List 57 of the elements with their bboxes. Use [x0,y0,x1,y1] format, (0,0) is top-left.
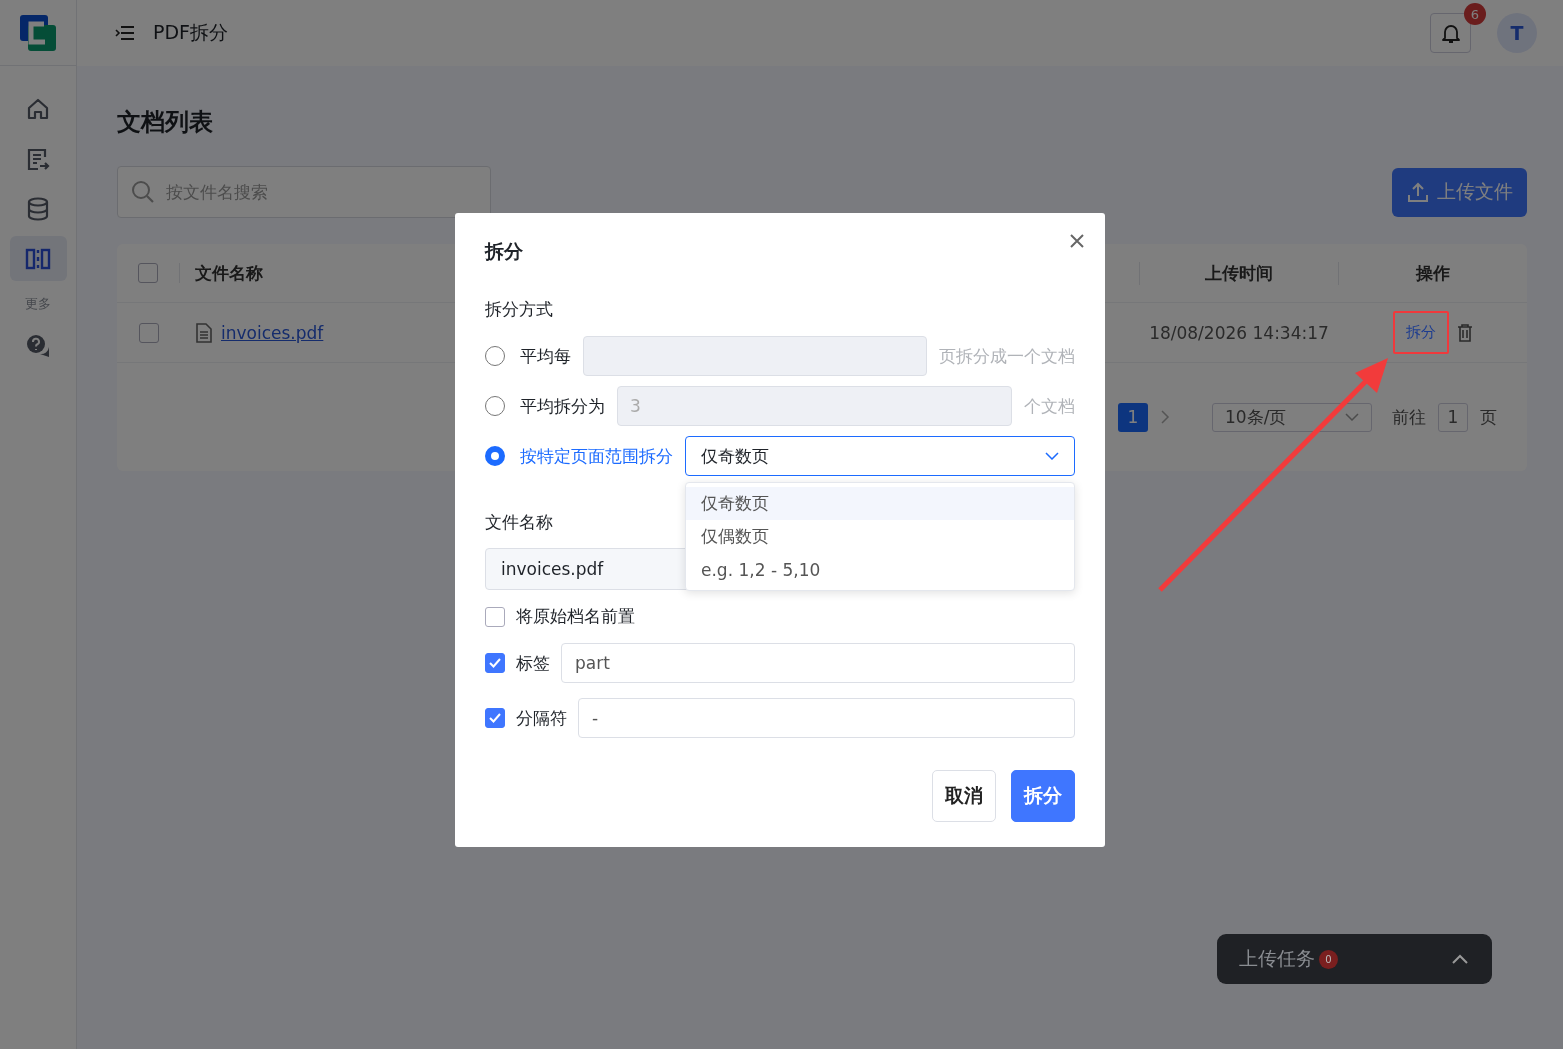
next-page-icon[interactable] [1160,410,1170,424]
row-checkbox[interactable] [138,322,159,343]
dropdown-option[interactable]: 仅偶数页 [686,520,1074,553]
select-all-checkbox[interactable] [138,263,158,283]
document-icon [195,322,213,343]
page-heading: 文档列表 [117,107,214,138]
checkbox[interactable] [485,653,505,673]
cancel-button[interactable]: 取消 [932,770,996,822]
close-button[interactable] [1069,233,1085,249]
dropdown-option[interactable]: 仅奇数页 [686,487,1074,520]
app-logo[interactable] [20,14,56,51]
section-label: 拆分方式 [485,298,554,321]
column-header: 文件名称 [195,261,263,285]
database-icon [25,195,51,222]
chevron-down-icon [1345,413,1359,421]
check-icon [488,656,502,670]
checkbox[interactable] [485,708,505,728]
check-icon [488,711,502,725]
column-header: 操作 [1416,261,1450,285]
field-label: 文件名称 [485,511,554,534]
dialog-title: 拆分 [485,239,524,264]
help-chat-icon [25,332,51,359]
task-count-badge: 0 [1319,949,1338,969]
table-cell-text: 18/08/2026 14:34:17 [1148,322,1330,343]
split-button[interactable]: 拆分 [1011,770,1075,822]
field-suffix: 个文档 [1024,394,1075,418]
number-field: 3 [617,386,1012,426]
page-suffix: 页 [1480,405,1497,429]
dropdown-option[interactable]: e.g. 1,2 - 5,10 [686,553,1074,586]
radio-label[interactable]: 按特定页面范围拆分 [520,444,673,468]
page-input[interactable]: 1 [1438,402,1468,432]
range-select[interactable]: 仅奇数页 [685,436,1075,476]
sidebar-section-label: 更多 [25,295,51,313]
search-icon [131,180,155,204]
goto-label: 前往 [1392,405,1426,429]
radio-button[interactable] [485,446,505,466]
text-field[interactable]: - [578,698,1075,738]
bell-icon [1439,22,1462,44]
upload-tasks-label: 上传任务 [1239,946,1315,971]
chevron-up-icon[interactable] [1452,954,1468,964]
page-size-select[interactable]: 10条/页 [1212,402,1372,432]
checkbox-label[interactable]: 标签 [516,651,550,675]
close-icon [1069,233,1085,249]
text-field[interactable]: part [561,643,1075,683]
column-header: 上传时间 [1139,261,1339,285]
sidebar-item[interactable] [9,236,67,281]
upload-tasks-panel[interactable]: 上传任务 0 [1217,934,1492,984]
field-suffix: 页拆分成一个文档 [939,344,1075,368]
trash-icon[interactable] [1457,323,1473,342]
notification-badge: 6 [1464,3,1486,25]
checkbox-label[interactable]: 分隔符 [516,706,567,730]
page-title: PDF拆分 [153,20,230,45]
checkbox-label[interactable]: 将原始档名前置 [516,605,635,628]
menu-icon[interactable] [115,25,135,41]
checkbox[interactable] [485,606,505,627]
upload-icon [1406,181,1429,203]
chevron-down-icon [1045,452,1059,460]
